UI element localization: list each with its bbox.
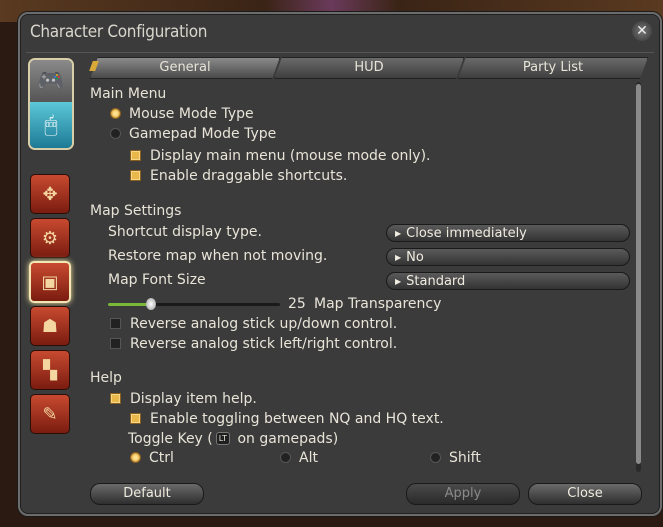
scrollbar-thumb[interactable]: [636, 84, 641, 464]
gamepad-icon[interactable]: 🎮: [30, 60, 72, 102]
caret-right-icon: ▶: [395, 253, 402, 262]
section-help: Help: [90, 370, 122, 386]
restore-map-label: Restore map when not moving.: [108, 248, 328, 264]
close-button[interactable]: Close: [528, 483, 642, 505]
mouse-mode-radio[interactable]: [110, 107, 121, 119]
close-icon[interactable]: ✕: [632, 21, 652, 41]
transparency-value: 25: [288, 296, 306, 312]
category-card-icon[interactable]: ▣: [29, 261, 71, 303]
gamepad-mode-option[interactable]: Gamepad Mode Type: [110, 124, 276, 144]
key-ctrl-option[interactable]: Ctrl: [130, 448, 174, 468]
lt-button-icon: LT: [215, 431, 231, 445]
input-mode-toggle[interactable]: 🎮 🖱: [28, 58, 74, 150]
draggable-shortcuts-checkbox[interactable]: [130, 169, 141, 181]
category-checker-icon[interactable]: ▚: [30, 350, 70, 390]
section-map-settings: Map Settings: [90, 203, 182, 219]
window-title: Character Configuration: [30, 22, 208, 42]
key-shift-option[interactable]: Shift: [430, 448, 481, 468]
toggle-key-label: Toggle Key (LT on gamepads): [128, 431, 339, 447]
mouse-icon[interactable]: 🖱: [30, 102, 72, 148]
transparency-label: Map Transparency: [314, 296, 442, 312]
map-font-dropdown[interactable]: ▶ Standard: [386, 272, 630, 290]
transparency-slider[interactable]: [108, 298, 280, 310]
reverse-leftright-option[interactable]: Reverse analog stick left/right control.: [110, 334, 397, 354]
shortcut-display-dropdown[interactable]: ▶ Close immediately: [386, 224, 630, 242]
tab-general[interactable]: General: [90, 57, 280, 79]
tab-bar: General HUD Party List: [90, 57, 642, 77]
display-main-menu-option[interactable]: Display main menu (mouse mode only).: [130, 146, 431, 166]
display-main-menu-checkbox[interactable]: [130, 149, 141, 161]
category-arrows-icon[interactable]: ✥: [30, 174, 70, 214]
key-ctrl-radio[interactable]: [130, 451, 141, 463]
slider-knob[interactable]: [146, 298, 156, 310]
settings-panel: Main Menu Mouse Mode Type Gamepad Mode T…: [90, 82, 634, 474]
title-divider: [26, 52, 654, 53]
config-window: Character Configuration ✕ 🎮 🖱 ✥ ⚙ ▣ ☗ ▚ …: [18, 12, 662, 516]
toggle-nq-hq-checkbox[interactable]: [130, 412, 141, 424]
category-chat-icon[interactable]: ✎: [30, 394, 70, 434]
reverse-leftright-checkbox[interactable]: [110, 337, 121, 349]
gamepad-mode-radio[interactable]: [110, 127, 121, 139]
category-gear-bag-icon[interactable]: ⚙: [30, 218, 70, 258]
toggle-nq-hq-option[interactable]: Enable toggling between NQ and HQ text.: [130, 409, 444, 429]
display-item-help-option[interactable]: Display item help.: [110, 389, 257, 409]
settings-scrollbar[interactable]: [636, 82, 641, 472]
shortcut-display-label: Shortcut display type.: [108, 224, 262, 240]
draggable-shortcuts-option[interactable]: Enable draggable shortcuts.: [130, 166, 347, 186]
apply-button[interactable]: Apply: [406, 483, 520, 505]
mouse-mode-option[interactable]: Mouse Mode Type: [110, 104, 254, 124]
reverse-updown-option[interactable]: Reverse analog stick up/down control.: [110, 314, 397, 334]
map-font-label: Map Font Size: [108, 272, 206, 288]
transparency-row: 25 Map Transparency: [90, 294, 510, 314]
key-alt-radio[interactable]: [280, 451, 291, 463]
restore-map-dropdown[interactable]: ▶ No: [386, 248, 630, 266]
caret-right-icon: ▶: [395, 277, 402, 286]
key-alt-option[interactable]: Alt: [280, 448, 318, 468]
reverse-updown-checkbox[interactable]: [110, 317, 121, 329]
caret-right-icon: ▶: [395, 229, 402, 238]
display-item-help-checkbox[interactable]: [110, 392, 121, 404]
tab-party-list[interactable]: Party List: [458, 57, 648, 79]
section-main-menu: Main Menu: [90, 86, 167, 102]
tab-hud[interactable]: HUD: [274, 57, 464, 79]
slider-fill: [108, 303, 151, 306]
key-shift-radio[interactable]: [430, 451, 441, 463]
category-nameplate-icon[interactable]: ☗: [30, 306, 70, 346]
default-button[interactable]: Default: [90, 483, 204, 505]
